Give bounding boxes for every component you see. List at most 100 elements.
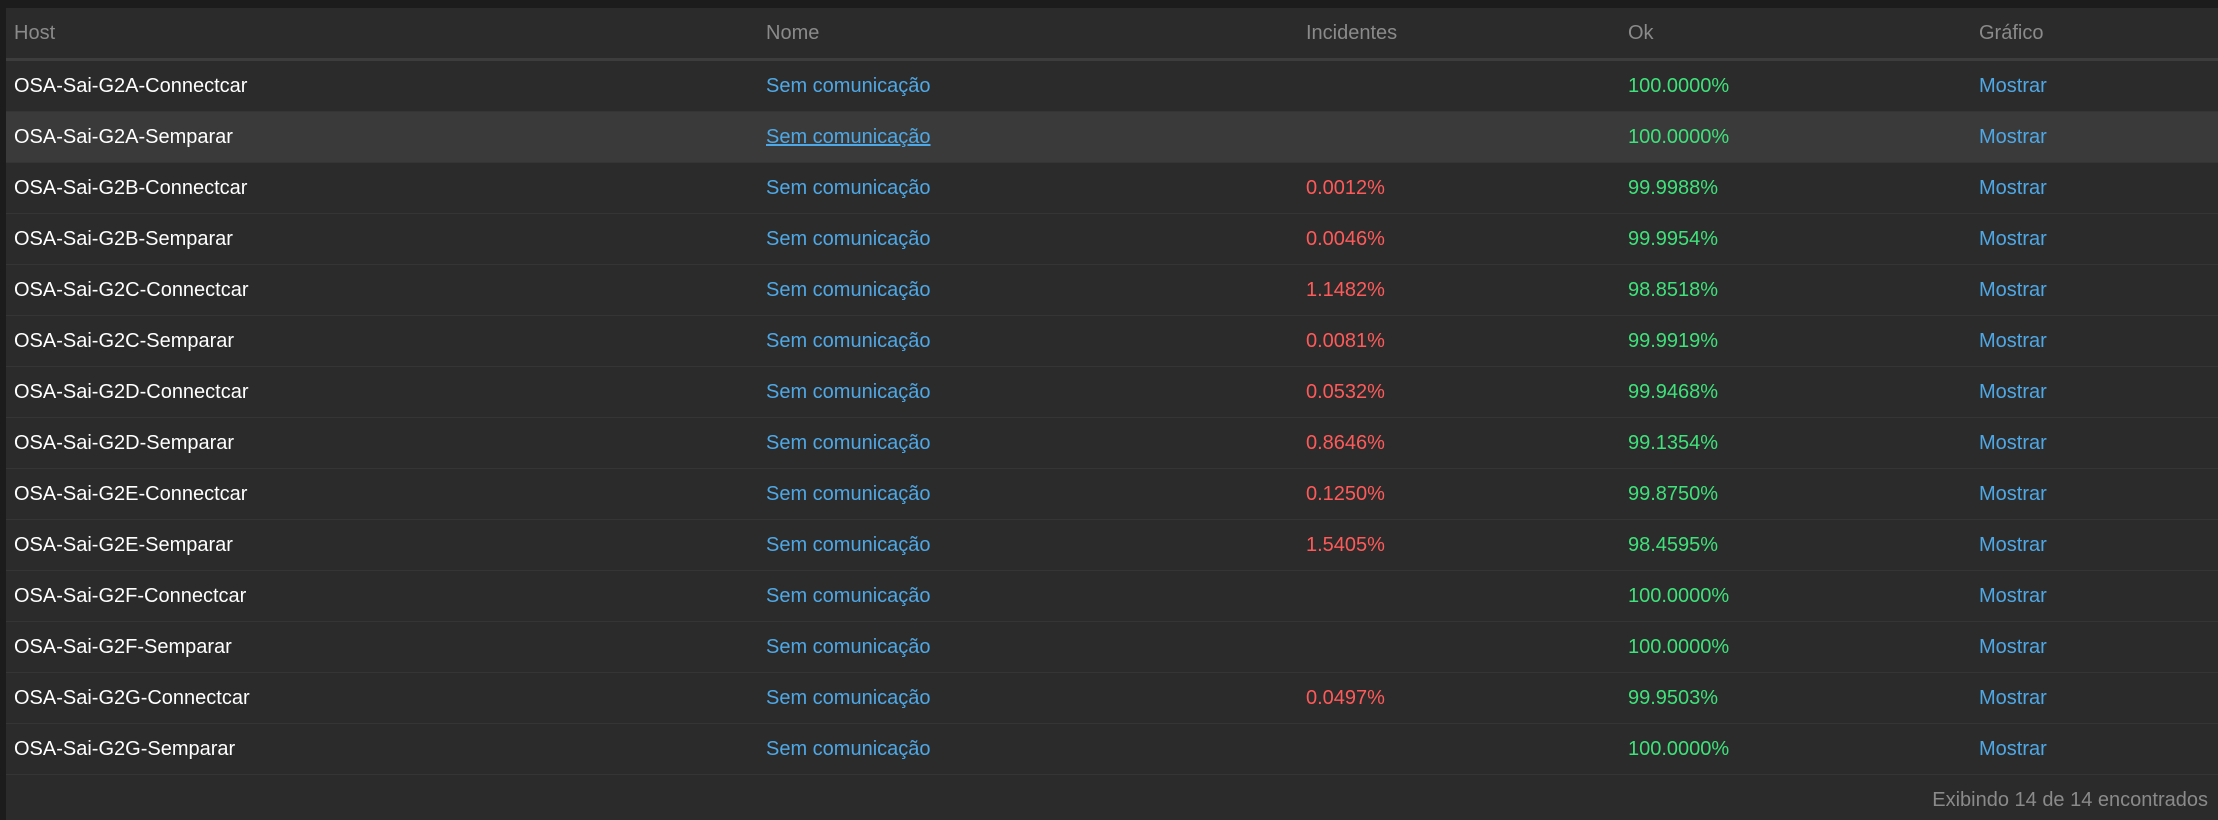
nome-column-cell: Sem comunicação [758, 468, 1298, 520]
column-header-ok[interactable]: Ok [1620, 8, 1971, 61]
grafico-column-cell: Mostrar [1971, 59, 2218, 112]
host-cell: OSA-Sai-G2G-Semparar [14, 737, 236, 760]
grafico-column-cell: Mostrar [1971, 468, 2218, 520]
incidentes-cell: 0.0046% [1306, 227, 1385, 250]
nome-column-cell: Sem comunicação [758, 315, 1298, 367]
results-summary: Exibindo 14 de 14 encontrados [1932, 789, 2208, 811]
column-header-grafico[interactable]: Gráfico [1971, 8, 2218, 61]
table-row: OSA-Sai-G2E-Semparar Sem comunicação 1.540… [6, 519, 2218, 571]
mostrar-grafico-link[interactable]: Mostrar [1979, 75, 2047, 97]
availability-table: Host Nome Incidentes Ok Gráfico OSA-Sai-… [6, 8, 2218, 775]
host-cell: OSA-Sai-G2D-Connectcar [14, 380, 249, 403]
table-row: OSA-Sai-G2B-Connectcar Sem comunicação 0.0… [6, 162, 2218, 214]
nome-link[interactable]: Sem comunicação [766, 636, 931, 658]
table-row: OSA-Sai-G2G-Connectcar Sem comunicação 0.0… [6, 672, 2218, 724]
nome-column-cell: Sem comunicação [758, 366, 1298, 418]
mostrar-grafico-link[interactable]: Mostrar [1979, 330, 2047, 352]
nome-column-cell: Sem comunicação [758, 264, 1298, 316]
ok-cell: 99.9468% [1628, 380, 1719, 403]
ok-cell: 99.9503% [1628, 686, 1719, 709]
mostrar-grafico-link[interactable]: Mostrar [1979, 177, 2047, 199]
host-cell: OSA-Sai-G2E-Semparar [14, 533, 233, 556]
grafico-column-cell: Mostrar [1971, 315, 2218, 367]
ok-cell: 99.9954% [1628, 227, 1719, 250]
host-cell: OSA-Sai-G2C-Semparar [14, 329, 235, 352]
ok-cell: 99.1354% [1628, 431, 1719, 454]
nome-column-cell: Sem comunicação [758, 59, 1298, 112]
host-column-cell: OSA-Sai-G2G-Connectcar [6, 672, 758, 724]
mostrar-grafico-link[interactable]: Mostrar [1979, 483, 2047, 505]
mostrar-grafico-link[interactable]: Mostrar [1979, 534, 2047, 556]
mostrar-grafico-link[interactable]: Mostrar [1979, 279, 2047, 301]
mostrar-grafico-link[interactable]: Mostrar [1979, 585, 2047, 607]
table-row: OSA-Sai-G2E-Connectcar Sem comunicação 0.1… [6, 468, 2218, 520]
nome-link[interactable]: Sem comunicação [766, 228, 931, 250]
incidentes-cell: 0.0081% [1306, 329, 1385, 352]
grafico-column-cell: Mostrar [1971, 366, 2218, 418]
incidentes-column-cell: 0.0012% [1298, 162, 1620, 214]
nome-link[interactable]: Sem comunicação [766, 75, 931, 97]
ok-cell: 100.0000% [1628, 584, 1730, 607]
mostrar-grafico-link[interactable]: Mostrar [1979, 636, 2047, 658]
ok-column-cell: 99.8750% [1620, 468, 1971, 520]
grafico-column-cell: Mostrar [1971, 417, 2218, 469]
grafico-column-cell: Mostrar [1971, 162, 2218, 214]
host-cell: OSA-Sai-G2D-Semparar [14, 431, 235, 454]
table-row: OSA-Sai-G2A-Semparar Sem comunicação 100.0… [6, 111, 2218, 163]
nome-link[interactable]: Sem comunicação [766, 585, 931, 607]
nome-column-cell: Sem comunicação [758, 162, 1298, 214]
nome-link[interactable]: Sem comunicação [766, 432, 931, 454]
incidentes-column-cell [1298, 570, 1620, 622]
table-row: OSA-Sai-G2F-Semparar Sem comunicação 100.0… [6, 621, 2218, 673]
nome-link[interactable]: Sem comunicação [766, 279, 931, 301]
mostrar-grafico-link[interactable]: Mostrar [1979, 126, 2047, 148]
column-header-nome[interactable]: Nome [758, 8, 1298, 61]
ok-cell: 98.8518% [1628, 278, 1719, 301]
grafico-column-cell: Mostrar [1971, 723, 2218, 775]
ok-column-cell: 100.0000% [1620, 111, 1971, 163]
nome-link[interactable]: Sem comunicação [766, 687, 931, 709]
mostrar-grafico-link[interactable]: Mostrar [1979, 432, 2047, 454]
mostrar-grafico-link[interactable]: Mostrar [1979, 228, 2047, 250]
incidentes-column-cell: 0.0532% [1298, 366, 1620, 418]
grafico-column-cell: Mostrar [1971, 264, 2218, 316]
host-column-cell: OSA-Sai-G2D-Semparar [6, 417, 758, 469]
nome-link[interactable]: Sem comunicação [766, 177, 931, 199]
nome-column-cell: Sem comunicação [758, 672, 1298, 724]
nome-link[interactable]: Sem comunicação [766, 738, 931, 760]
grafico-column-cell: Mostrar [1971, 570, 2218, 622]
ok-cell: 100.0000% [1628, 74, 1730, 97]
ok-column-cell: 99.9919% [1620, 315, 1971, 367]
incidentes-column-cell: 0.1250% [1298, 468, 1620, 520]
host-column-cell: OSA-Sai-G2G-Semparar [6, 723, 758, 775]
mostrar-grafico-link[interactable]: Mostrar [1979, 381, 2047, 403]
ok-column-cell: 100.0000% [1620, 59, 1971, 112]
ok-column-cell: 100.0000% [1620, 621, 1971, 673]
nome-link[interactable]: Sem comunicação [766, 534, 931, 556]
host-cell: OSA-Sai-G2G-Connectcar [14, 686, 250, 709]
table-row: OSA-Sai-G2F-Connectcar Sem comunicação 100… [6, 570, 2218, 622]
column-header-incidentes[interactable]: Incidentes [1298, 8, 1620, 61]
host-column-cell: OSA-Sai-G2B-Connectcar [6, 162, 758, 214]
nome-link[interactable]: Sem comunicação [766, 126, 931, 148]
column-header-host[interactable]: Host [6, 8, 758, 61]
mostrar-grafico-link[interactable]: Mostrar [1979, 738, 2047, 760]
ok-cell: 99.9988% [1628, 176, 1719, 199]
incidentes-cell: 0.0532% [1306, 380, 1385, 403]
host-cell: OSA-Sai-G2B-Semparar [14, 227, 233, 250]
host-cell: OSA-Sai-G2C-Connectcar [14, 278, 249, 301]
host-column-cell: OSA-Sai-G2A-Semparar [6, 111, 758, 163]
nome-link[interactable]: Sem comunicação [766, 330, 931, 352]
host-column-cell: OSA-Sai-G2C-Connectcar [6, 264, 758, 316]
nome-link[interactable]: Sem comunicação [766, 381, 931, 403]
host-column-cell: OSA-Sai-G2B-Semparar [6, 213, 758, 265]
nome-link[interactable]: Sem comunicação [766, 483, 931, 505]
table-row: OSA-Sai-G2D-Connectcar Sem comunicação 0.0… [6, 366, 2218, 418]
incidentes-cell: 0.1250% [1306, 482, 1385, 505]
mostrar-grafico-link[interactable]: Mostrar [1979, 687, 2047, 709]
grafico-column-cell: Mostrar [1971, 519, 2218, 571]
incidentes-column-cell: 0.0046% [1298, 213, 1620, 265]
table-row: OSA-Sai-G2D-Semparar Sem comunicação 0.864… [6, 417, 2218, 469]
ok-cell: 100.0000% [1628, 737, 1730, 760]
nome-column-cell: Sem comunicação [758, 111, 1298, 163]
